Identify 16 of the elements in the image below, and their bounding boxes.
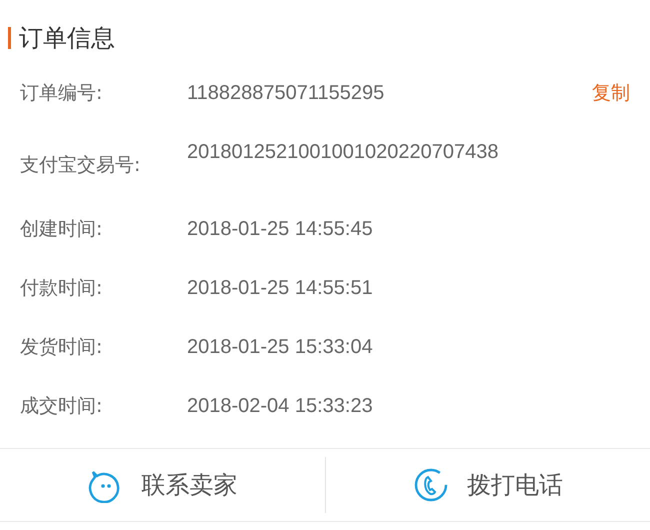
field-value: 2018012521001001020220707438 xyxy=(187,140,500,165)
field-label: 发货时间: xyxy=(20,335,104,360)
phone-icon xyxy=(412,467,449,503)
call-button[interactable]: 拨打电话 xyxy=(326,457,650,513)
field-label: 成交时间: xyxy=(20,394,104,419)
field-label: 付款时间: xyxy=(20,276,104,301)
section-title: 订单信息 xyxy=(19,23,115,54)
field-label: 创建时间: xyxy=(20,217,104,242)
contact-button[interactable]: 联系卖家 xyxy=(0,457,324,513)
field-value: 118828875071155295 xyxy=(187,81,386,106)
field-value: 2018-01-25 15:33:04 xyxy=(187,335,374,360)
field-label: 订单编号: xyxy=(20,81,104,106)
field-value: 2018-01-25 14:55:45 xyxy=(187,217,374,242)
field-label: 支付宝交易号: xyxy=(20,153,142,178)
field-value: 2018-02-04 15:33:23 xyxy=(187,394,374,419)
field-value: 2018-01-25 14:55:51 xyxy=(187,276,374,301)
